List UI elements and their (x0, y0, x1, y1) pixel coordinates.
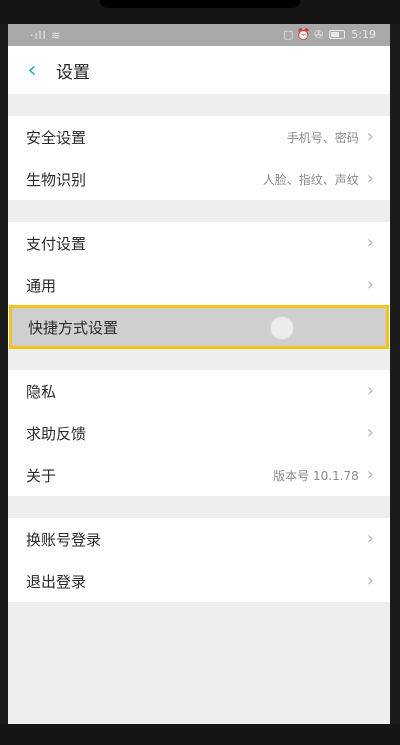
settings-item-label: 安全设置 (26, 128, 87, 147)
settings-item-general[interactable]: 通用 › (8, 264, 390, 306)
chevron-right-icon: › (366, 570, 374, 591)
chevron-right-icon: › (366, 528, 374, 549)
settings-item-about[interactable]: 关于 版本号 10.1.78 › (8, 454, 390, 496)
settings-group-general: 支付设置 › 通用 › 快捷方式设置 (8, 222, 390, 349)
phone-notch (100, 0, 300, 8)
app-header: ‹ 设置 (8, 46, 390, 94)
settings-item-security[interactable]: 安全设置 手机号、密码 › (8, 116, 390, 158)
status-icons: ▢ ⏰ ✇ (282, 28, 324, 41)
settings-item-right: › (367, 424, 374, 442)
status-time: 5:19 (351, 28, 376, 41)
settings-item-label: 关于 (26, 466, 57, 485)
chevron-right-icon: › (366, 274, 374, 295)
section-gap (8, 200, 390, 222)
settings-item-shortcuts[interactable]: 快捷方式设置 (9, 305, 389, 349)
back-arrow-icon[interactable]: ‹ (14, 46, 50, 94)
settings-item-logout[interactable]: 退出登录 › (8, 560, 390, 602)
settings-item-feedback[interactable]: 求助反馈 › (8, 412, 390, 454)
chevron-right-icon: › (366, 380, 374, 401)
settings-item-right: 版本号 10.1.78 › (273, 466, 374, 484)
chevron-right-icon: › (366, 422, 374, 443)
settings-item-switch-account[interactable]: 换账号登录 › (8, 518, 390, 560)
settings-group-account: 安全设置 手机号、密码 › 生物识别 人脸、指纹、声纹 › (8, 116, 390, 200)
page-title: 设置 (56, 62, 90, 83)
section-gap (8, 496, 390, 518)
settings-item-right: › (367, 276, 374, 294)
settings-item-label: 换账号登录 (26, 530, 102, 549)
section-gap (8, 348, 390, 370)
section-gap (8, 94, 390, 116)
settings-item-payment[interactable]: 支付设置 › (8, 222, 390, 264)
version-label: 版本号 10.1.78 (273, 468, 359, 483)
chevron-right-icon: › (366, 168, 374, 189)
touch-indicator (270, 316, 294, 340)
settings-item-label: 通用 (26, 276, 57, 295)
battery-icon (329, 30, 346, 39)
status-right: ▢ ⏰ ✇ 5:19 (283, 28, 376, 41)
settings-item-label: 隐私 (26, 382, 57, 401)
settings-item-right: › (367, 572, 374, 590)
signal-wifi-icons: ·ıll ≋ (30, 29, 62, 42)
settings-item-value: 手机号、密码 (286, 130, 359, 145)
settings-item-biometrics[interactable]: 生物识别 人脸、指纹、声纹 › (8, 158, 390, 200)
settings-item-label: 快捷方式设置 (28, 318, 119, 337)
settings-group-login: 换账号登录 › 退出登录 › (8, 518, 390, 602)
screen: ·ıll ≋ ▢ ⏰ ✇ 5:19 ‹ 设置 安全设置 手机号、密码 › 生物识… (8, 24, 390, 724)
status-bar: ·ıll ≋ ▢ ⏰ ✇ 5:19 (8, 24, 390, 46)
settings-item-label: 求助反馈 (26, 424, 87, 443)
settings-item-label: 退出登录 (26, 572, 87, 591)
chevron-right-icon: › (366, 126, 374, 147)
settings-item-right: 手机号、密码 › (287, 128, 374, 146)
chevron-right-icon: › (366, 464, 374, 485)
settings-item-right: › (367, 382, 374, 400)
settings-group-about: 隐私 › 求助反馈 › 关于 版本号 10.1.78 › (8, 370, 390, 496)
settings-item-right: › (367, 530, 374, 548)
settings-item-label: 生物识别 (26, 170, 87, 189)
phone-bezel-bottom (0, 724, 400, 745)
phone-bezel-top (0, 0, 400, 24)
settings-item-right: › (367, 234, 374, 252)
settings-item-label: 支付设置 (26, 234, 87, 253)
settings-item-value: 人脸、指纹、声纹 (262, 172, 359, 187)
settings-item-privacy[interactable]: 隐私 › (8, 370, 390, 412)
chevron-right-icon: › (366, 232, 374, 253)
settings-item-right: 人脸、指纹、声纹 › (263, 170, 374, 188)
